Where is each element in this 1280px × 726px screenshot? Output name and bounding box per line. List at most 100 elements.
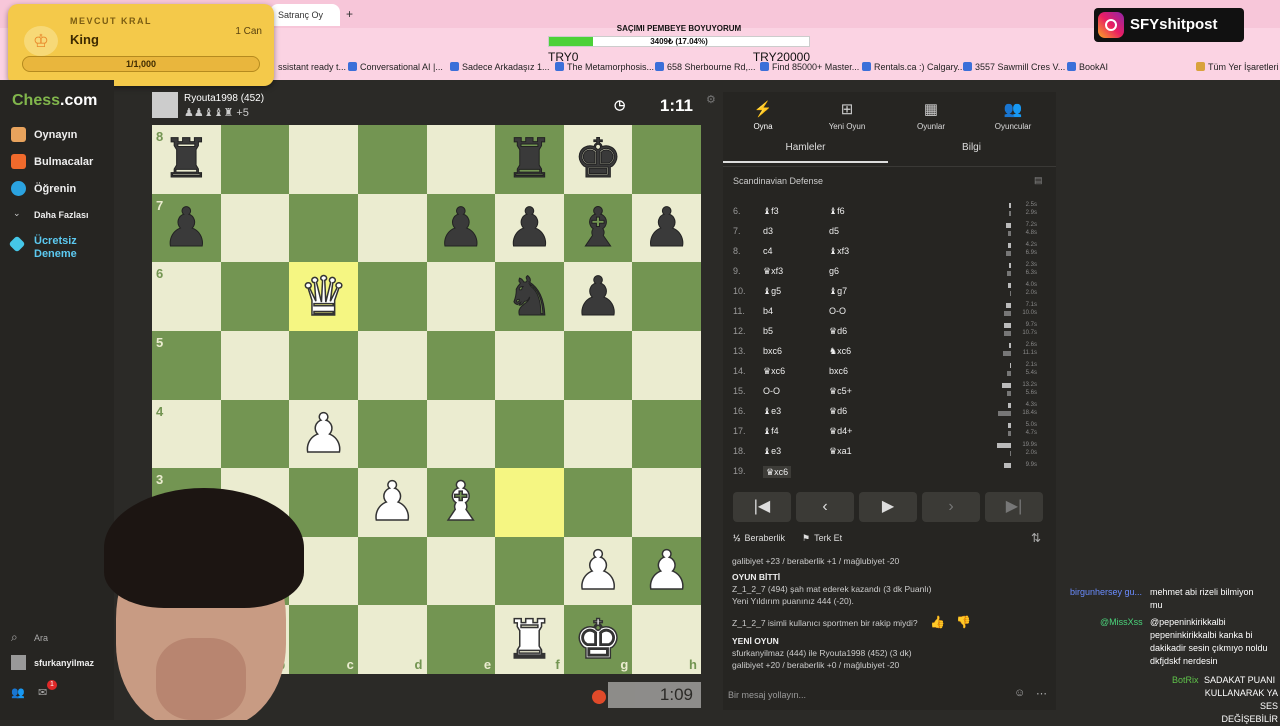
- tab-games[interactable]: ▦ Oyunlar: [891, 100, 971, 131]
- black-move[interactable]: d5: [829, 226, 839, 236]
- square-b8[interactable]: [220, 125, 290, 194]
- square-e2[interactable]: [426, 536, 496, 606]
- black-move[interactable]: ♛xa1: [829, 446, 852, 457]
- mail-icon[interactable]: ✉: [38, 686, 47, 699]
- friends-icon[interactable]: 👥: [11, 686, 25, 699]
- square-e8[interactable]: [426, 125, 496, 194]
- square-d7[interactable]: [357, 193, 427, 263]
- thumbs-down-icon[interactable]: 👎: [956, 615, 971, 629]
- new-tab-button[interactable]: +: [346, 7, 353, 21]
- white-move[interactable]: d3: [763, 226, 773, 236]
- white-pawn-c4[interactable]: ♟: [299, 406, 349, 462]
- square-g4[interactable]: [563, 399, 633, 469]
- square-d2[interactable]: [357, 536, 427, 606]
- message-input[interactable]: Bir mesaj yollayın...: [723, 682, 1056, 710]
- white-bishop-e3[interactable]: ♝: [436, 474, 486, 530]
- gear-icon[interactable]: ⚙: [706, 93, 716, 106]
- square-b6[interactable]: [220, 262, 290, 331]
- square-f6[interactable]: ♞: [495, 262, 564, 331]
- square-h2[interactable]: ♟: [632, 536, 701, 606]
- square-f3[interactable]: [495, 468, 564, 537]
- bookmark-0[interactable]: ssistant ready t...: [278, 62, 346, 72]
- last-move-button[interactable]: ▶|: [985, 492, 1043, 522]
- square-g7[interactable]: ♝: [563, 193, 633, 263]
- sidebar-item-puzzles[interactable]: Bulmacalar: [34, 156, 93, 168]
- square-e4[interactable]: [426, 399, 496, 469]
- sidebar-item-learn[interactable]: Öğrenin: [34, 183, 76, 195]
- square-a8[interactable]: 8 ♜: [152, 125, 221, 194]
- white-rook-f1[interactable]: ♜: [504, 611, 554, 667]
- square-h1[interactable]: h: [632, 605, 701, 674]
- black-move[interactable]: g6: [829, 266, 839, 276]
- sidebar-username[interactable]: sfurkanyilmaz: [34, 658, 94, 668]
- square-a4[interactable]: 4: [152, 399, 221, 469]
- bookmark-1[interactable]: Conversational AI |...: [348, 62, 443, 72]
- white-move[interactable]: b4: [763, 306, 773, 316]
- white-move[interactable]: bxc6: [763, 346, 782, 356]
- opponent-name[interactable]: Ryouta1998 (452): [184, 93, 264, 104]
- black-move[interactable]: ♝xf3: [829, 246, 849, 257]
- first-move-button[interactable]: |◀: [733, 492, 791, 522]
- tab-players[interactable]: 👥 Oyuncular: [973, 100, 1053, 131]
- black-knight-f6[interactable]: ♞: [505, 269, 554, 324]
- white-move[interactable]: b5: [763, 326, 773, 336]
- black-bishop-g7[interactable]: ♝: [573, 200, 622, 255]
- black-rook-f8[interactable]: ♜: [505, 131, 554, 186]
- black-pawn-a7[interactable]: ♟: [162, 200, 211, 255]
- square-e1[interactable]: e: [426, 605, 496, 674]
- search-icon[interactable]: ⌕: [11, 630, 18, 645]
- resign-button[interactable]: ⚑ Terk Et: [802, 533, 842, 544]
- black-rook-a8[interactable]: ♜: [162, 131, 211, 186]
- browser-tab-active[interactable]: Satranç Oy: [270, 4, 340, 26]
- black-move[interactable]: ♛c5+: [829, 386, 852, 397]
- white-move[interactable]: O-O: [763, 386, 780, 396]
- square-h7[interactable]: ♟: [632, 193, 701, 263]
- square-c6[interactable]: ♛: [289, 262, 358, 331]
- play-button[interactable]: ▶: [859, 492, 917, 522]
- bookmark-6[interactable]: Rentals.ca :) Calgary...: [862, 62, 965, 72]
- white-queen-c6[interactable]: ♛: [299, 268, 349, 324]
- square-f2[interactable]: [495, 536, 564, 606]
- square-h4[interactable]: [632, 399, 701, 469]
- white-pawn-h2[interactable]: ♟: [642, 543, 692, 599]
- white-move[interactable]: ♝e3: [763, 406, 781, 417]
- square-e5[interactable]: [426, 330, 496, 400]
- tab-info[interactable]: Bilgi: [889, 142, 1054, 153]
- sidebar-item-more[interactable]: Daha Fazlası: [34, 210, 89, 220]
- tab-play[interactable]: ⚡ Oyna: [723, 100, 803, 131]
- square-g3[interactable]: [563, 468, 633, 537]
- square-h3[interactable]: [632, 468, 701, 537]
- square-f5[interactable]: [495, 330, 564, 400]
- square-g2[interactable]: ♟: [563, 536, 633, 606]
- square-h6[interactable]: [632, 262, 701, 331]
- black-pawn-e7[interactable]: ♟: [436, 200, 485, 255]
- square-a6[interactable]: 6: [152, 262, 221, 331]
- square-d4[interactable]: [357, 399, 427, 469]
- white-king-g1[interactable]: ♚: [573, 611, 623, 667]
- black-pawn-g6[interactable]: ♟: [573, 269, 622, 324]
- square-f8[interactable]: ♜: [495, 125, 564, 194]
- square-d8[interactable]: [357, 125, 427, 194]
- white-move[interactable]: ♛xf3: [763, 266, 783, 277]
- chess-logo[interactable]: Chess.com: [12, 92, 97, 110]
- square-e3[interactable]: ♝: [426, 468, 496, 537]
- white-move[interactable]: ♝f4: [763, 426, 779, 437]
- square-d3[interactable]: ♟: [357, 468, 427, 537]
- book-icon[interactable]: ▤: [1034, 175, 1043, 186]
- square-b4[interactable]: [220, 399, 290, 469]
- prev-move-button[interactable]: ‹: [796, 492, 854, 522]
- black-move[interactable]: bxc6: [829, 366, 848, 376]
- square-f7[interactable]: ♟: [495, 193, 564, 263]
- square-h5[interactable]: [632, 330, 701, 400]
- white-move[interactable]: ♝g5: [763, 286, 781, 297]
- bookmark-7[interactable]: 3557 Sawmill Cres V...: [963, 62, 1065, 72]
- square-e7[interactable]: ♟: [426, 193, 496, 263]
- opponent-avatar[interactable]: [152, 92, 178, 118]
- thumbs-up-icon[interactable]: 👍: [930, 615, 945, 629]
- square-h8[interactable]: [632, 125, 701, 194]
- draw-button[interactable]: ½ Beraberlik: [733, 533, 785, 543]
- black-move[interactable]: ♛d4+: [829, 426, 852, 437]
- black-move[interactable]: ♝g7: [829, 286, 847, 297]
- next-move-button[interactable]: ›: [922, 492, 980, 522]
- square-d5[interactable]: [357, 330, 427, 400]
